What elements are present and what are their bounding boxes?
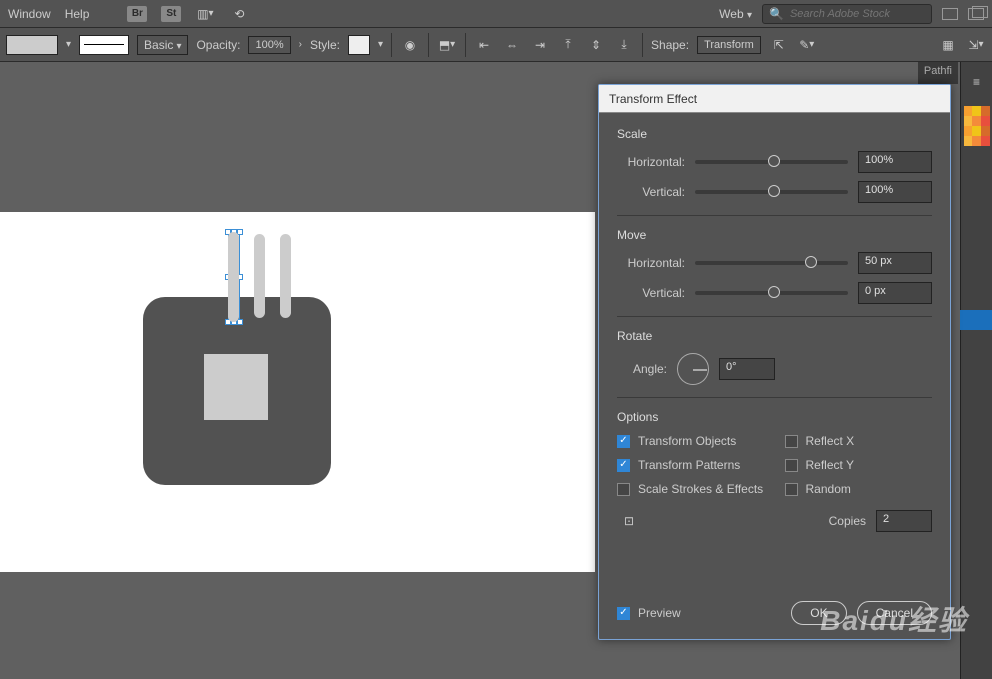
move-h-label: Horizontal:: [617, 256, 685, 270]
edit-icon[interactable]: ✎▾: [797, 35, 817, 55]
align-left-icon[interactable]: ⇤: [474, 35, 494, 55]
copies-label: Copies: [829, 514, 866, 528]
shape-square[interactable]: [204, 354, 268, 420]
stock-search-input[interactable]: [790, 8, 925, 20]
shape-prong[interactable]: [280, 234, 291, 318]
move-v-slider[interactable]: [695, 291, 848, 295]
transform-effect-dialog: Transform Effect Scale Horizontal: 100% …: [598, 84, 951, 640]
shape-label: Shape:: [651, 38, 689, 52]
move-v-value[interactable]: 0 px: [858, 282, 932, 304]
move-heading: Move: [617, 228, 932, 242]
scale-h-slider[interactable]: [695, 160, 848, 164]
style-dropdown[interactable]: ▾: [378, 39, 383, 50]
chk-reflect-y[interactable]: Reflect Y: [785, 458, 933, 472]
menu-help[interactable]: Help: [65, 7, 90, 21]
restore-button[interactable]: [968, 8, 984, 20]
rotate-heading: Rotate: [617, 329, 932, 343]
scale-v-label: Vertical:: [617, 185, 685, 199]
stock-search[interactable]: 🔍: [762, 4, 932, 24]
separator: [642, 33, 643, 57]
move-h-value[interactable]: 50 px: [858, 252, 932, 274]
scale-h-label: Horizontal:: [617, 155, 685, 169]
align-top-icon[interactable]: ⤒: [558, 35, 578, 55]
opacity-value[interactable]: 100%: [248, 36, 290, 54]
angle-value[interactable]: 0°: [719, 358, 775, 380]
scale-v-slider[interactable]: [695, 190, 848, 194]
separator: [391, 33, 392, 57]
align-right-icon[interactable]: ⇥: [530, 35, 550, 55]
chk-preview[interactable]: ✓Preview: [617, 606, 681, 620]
chk-reflect-x[interactable]: Reflect X: [785, 434, 933, 448]
reference-point-icon[interactable]: ⊡: [617, 511, 641, 531]
scale-h-value[interactable]: 100%: [858, 151, 932, 173]
stock-icon[interactable]: St: [161, 6, 181, 22]
angle-dial[interactable]: [677, 353, 709, 385]
scale-heading: Scale: [617, 127, 932, 141]
cancel-button[interactable]: Cancel: [857, 601, 932, 625]
panel-highlight: [960, 310, 992, 330]
style-swatch[interactable]: [348, 35, 370, 55]
arrange-icon[interactable]: ▥▾: [195, 4, 215, 24]
bridge-icon[interactable]: Br: [127, 6, 147, 22]
copies-value[interactable]: 2: [876, 510, 932, 532]
chk-random[interactable]: Random: [785, 482, 933, 496]
shape-prong[interactable]: [254, 234, 265, 318]
scale-v-value[interactable]: 100%: [858, 181, 932, 203]
separator: [465, 33, 466, 57]
fill-dropdown[interactable]: ▾: [66, 39, 71, 50]
gpu-icon[interactable]: ⟲: [229, 4, 249, 24]
chk-transform-patterns[interactable]: ✓Transform Patterns: [617, 458, 765, 472]
hamburger-icon[interactable]: ≡: [967, 72, 987, 92]
snap-icon[interactable]: ⇲▾: [966, 35, 986, 55]
align-icon[interactable]: ⬒▾: [437, 35, 457, 55]
move-h-slider[interactable]: [695, 261, 848, 265]
stroke-preview[interactable]: [79, 35, 129, 55]
swatches-preview[interactable]: [964, 106, 990, 146]
align-bottom-icon[interactable]: ⤓: [614, 35, 634, 55]
options-bar: ▾ Basic ▾ Opacity: 100% › Style: ▾ ◉ ⬒▾ …: [0, 28, 992, 62]
align-center-icon[interactable]: ⇔: [502, 35, 522, 55]
transform-dropdown[interactable]: Transform: [697, 36, 761, 54]
isolate-icon[interactable]: ⇱: [769, 35, 789, 55]
align-middle-icon[interactable]: ⇕: [586, 35, 606, 55]
search-icon: 🔍: [769, 7, 784, 21]
style-label: Style:: [310, 38, 340, 52]
fill-swatch[interactable]: [6, 35, 58, 55]
ok-button[interactable]: OK: [791, 601, 846, 625]
panel-tab-pathfinder[interactable]: Pathfi: [918, 62, 958, 84]
opacity-label: Opacity:: [196, 38, 240, 52]
separator: [428, 33, 429, 57]
menu-window[interactable]: Window: [8, 7, 51, 21]
grid-icon[interactable]: ▦: [938, 35, 958, 55]
recolor-icon[interactable]: ◉: [400, 35, 420, 55]
opacity-dropdown[interactable]: ›: [299, 39, 302, 50]
shape-prong-selected[interactable]: [228, 232, 239, 322]
dialog-titlebar[interactable]: Transform Effect: [599, 85, 950, 113]
angle-label: Angle:: [617, 362, 667, 376]
right-panel-dock: ≡: [960, 62, 992, 679]
stroke-profile[interactable]: Basic ▾: [137, 35, 188, 55]
menubar: Window Help Br St ▥▾ ⟲ Web ▾ 🔍: [0, 0, 992, 28]
options-heading: Options: [617, 410, 932, 424]
minimize-button[interactable]: [942, 8, 958, 20]
artboard[interactable]: [0, 212, 595, 572]
workspace-dropdown[interactable]: Web ▾: [719, 7, 752, 21]
move-v-label: Vertical:: [617, 286, 685, 300]
chk-scale-strokes[interactable]: Scale Strokes & Effects: [617, 482, 765, 496]
chk-transform-objects[interactable]: ✓Transform Objects: [617, 434, 765, 448]
